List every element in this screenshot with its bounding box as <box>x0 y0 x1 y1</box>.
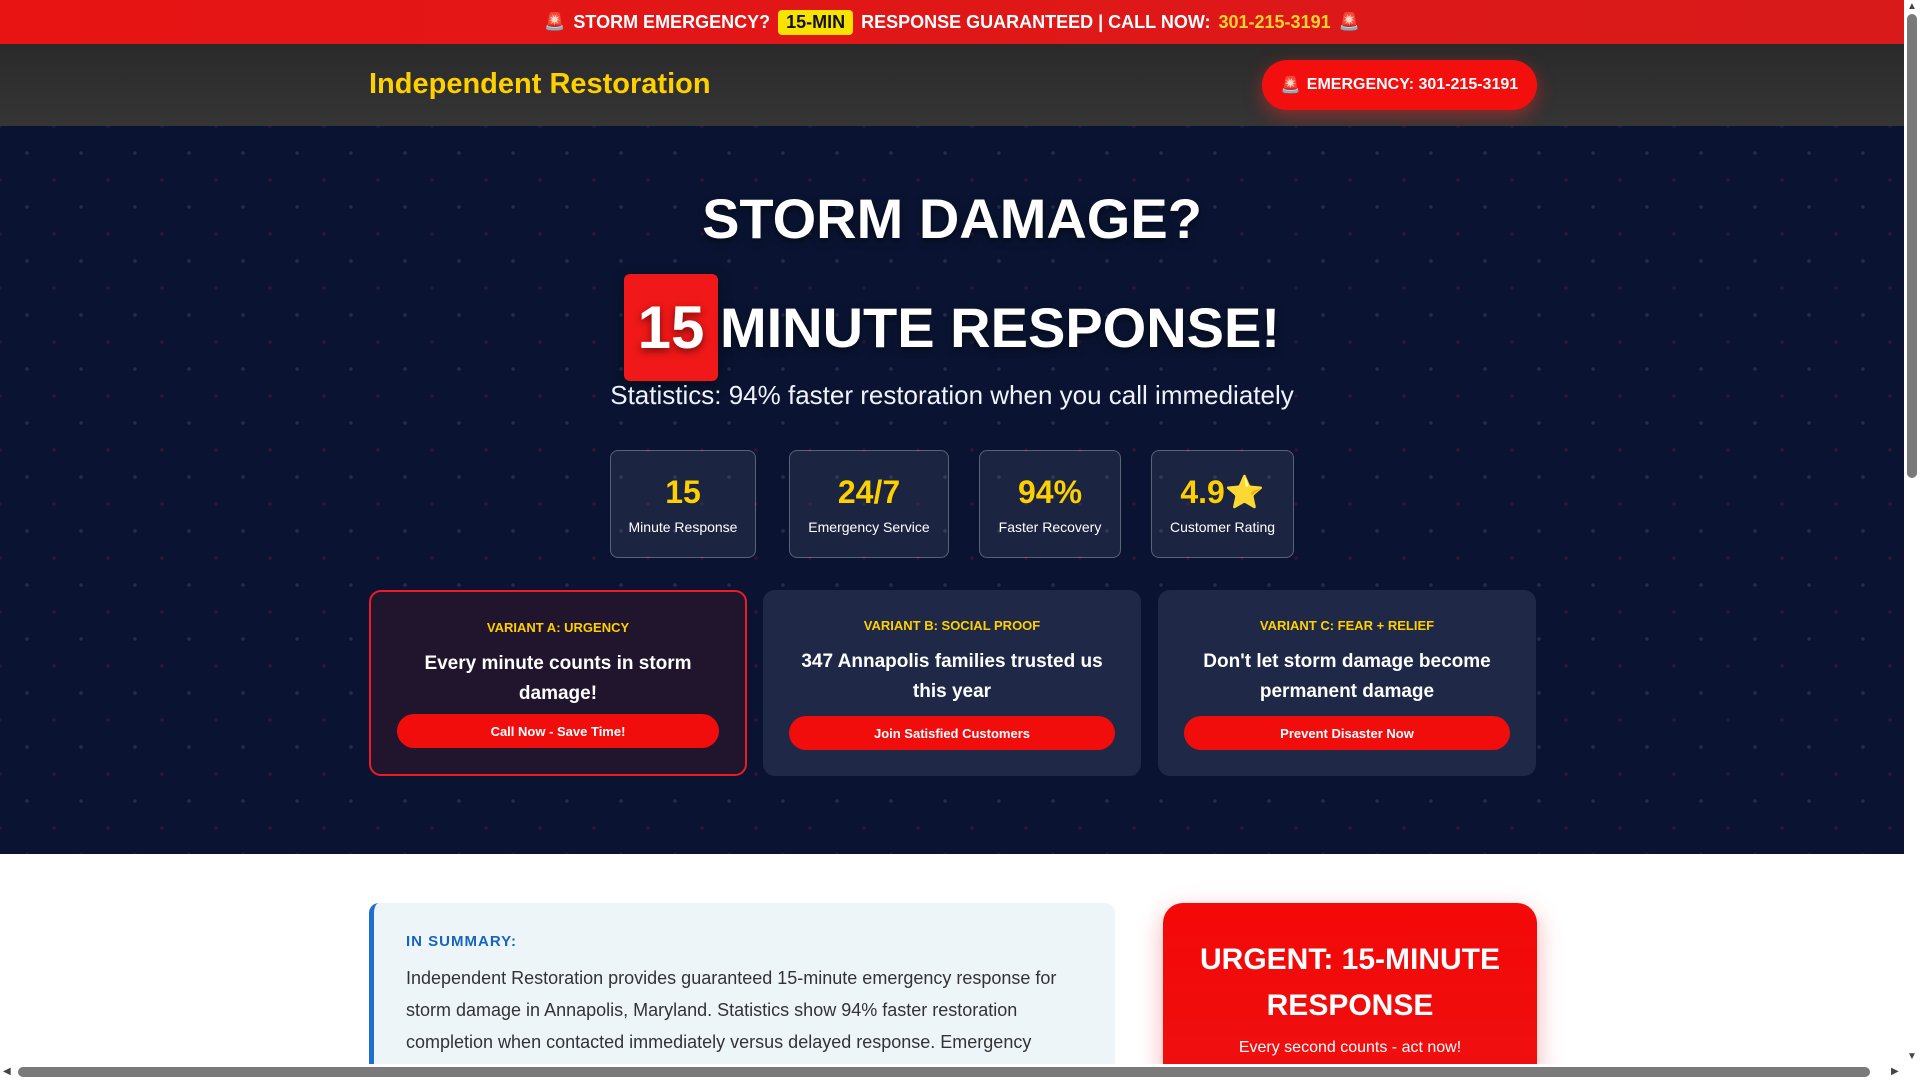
siren-icon: 🚨 <box>1338 12 1360 31</box>
summary-text: Independent Restoration provides guarant… <box>406 968 1057 1052</box>
hero-subtitle: Statistics: 94% faster restoration when … <box>610 380 1294 410</box>
stat-value: 94% <box>1017 473 1083 510</box>
urgent-response-box: URGENT: 15-MINUTE RESPONSE Every second … <box>1163 903 1537 1064</box>
banner-text-before: STORM EMERGENCY? <box>573 11 771 32</box>
summary-heading: IN SUMMARY: <box>406 933 517 950</box>
vertical-scrollbar[interactable]: ▲ ▼ <box>1904 0 1920 1064</box>
variant-card-a: VARIANT A: URGENCY Every minute counts i… <box>369 590 747 776</box>
variant-headline: Don't let storm damage become permanent … <box>1203 651 1491 702</box>
stat-label: Faster Recovery <box>998 518 1102 535</box>
variant-tag: VARIANT A: URGENCY <box>486 620 630 635</box>
variant-tag: VARIANT C: FEAR + RELIEF <box>1259 618 1435 633</box>
stat-value: 4.9⭐ <box>1180 474 1265 510</box>
emergency-call-button[interactable]: 🚨 EMERGENCY: 301-215-3191 <box>1262 60 1537 110</box>
prevent-disaster-button[interactable]: Prevent Disaster Now <box>1184 716 1510 750</box>
stat-card: 4.9⭐ Customer Rating <box>1151 450 1294 558</box>
urgent-subtitle: Every second counts - act now! <box>1238 1039 1462 1056</box>
join-customers-button[interactable]: Join Satisfied Customers <box>789 716 1115 750</box>
variant-headline: Every minute counts in storm damage! <box>424 653 692 704</box>
site-header: Independent Restoration 🚨 EMERGENCY: 301… <box>0 44 1904 126</box>
vertical-scroll-thumb[interactable] <box>1907 14 1917 478</box>
stat-label: Customer Rating <box>1169 519 1276 535</box>
scroll-right-arrow-icon[interactable]: ▶ <box>1891 1066 1899 1077</box>
banner-highlight-badge: 15-MIN <box>778 9 854 35</box>
stat-card: 24/7 Emergency Service <box>789 450 949 558</box>
stat-value: 15 <box>665 473 701 510</box>
response-minutes-badge: 15 <box>623 274 718 381</box>
stat-card: 94% Faster Recovery <box>979 450 1121 558</box>
variant-card-c: VARIANT C: FEAR + RELIEF Don't let storm… <box>1158 590 1536 776</box>
scrollbar-corner <box>1904 1064 1920 1080</box>
variant-headline: 347 Annapolis families trusted us this y… <box>801 651 1103 702</box>
emergency-banner: 🚨 STORM EMERGENCY? 15-MIN RESPONSE GUARA… <box>0 0 1904 44</box>
urgent-title: URGENT: 15-MINUTE RESPONSE <box>1199 943 1500 1022</box>
hero-title-line1: STORM DAMAGE? <box>702 187 1202 250</box>
variant-cards: VARIANT A: URGENCY Every minute counts i… <box>0 590 1904 776</box>
stat-value: 24/7 <box>837 473 901 510</box>
variant-card-b: VARIANT B: SOCIAL PROOF 347 Annapolis fa… <box>763 590 1141 776</box>
emergency-button-label: EMERGENCY: 301-215-3191 <box>1306 76 1519 93</box>
horizontal-scroll-thumb[interactable] <box>18 1067 1870 1077</box>
page-viewport: 🚨 STORM EMERGENCY? 15-MIN RESPONSE GUARA… <box>0 0 1904 1064</box>
stat-label: Minute Response <box>628 518 738 535</box>
stat-label: Emergency Service <box>808 518 930 535</box>
horizontal-scrollbar[interactable]: ◀ ▶ <box>0 1064 1904 1080</box>
stats-row: 15 Minute Response 24/7 Emergency Servic… <box>0 450 1904 558</box>
brand-logo[interactable]: Independent Restoration <box>369 68 711 101</box>
stat-card: 15 Minute Response <box>610 450 756 558</box>
variant-tag: VARIANT B: SOCIAL PROOF <box>863 618 1041 633</box>
banner-text-after: RESPONSE GUARANTEED | CALL NOW: <box>861 11 1211 32</box>
hero-title-line2: 15 MINUTE RESPONSE! <box>0 274 1904 381</box>
scroll-left-arrow-icon[interactable]: ◀ <box>3 1066 11 1077</box>
scroll-down-arrow-icon[interactable]: ▼ <box>1907 1051 1917 1062</box>
siren-icon: 🚨 <box>544 12 566 31</box>
summary-box: IN SUMMARY: Independent Restoration prov… <box>369 903 1115 1064</box>
hero-section: STORM DAMAGE? 15 MINUTE RESPONSE! Statis… <box>0 126 1904 854</box>
hero-title-line2-text: MINUTE RESPONSE! <box>719 296 1281 359</box>
scroll-up-arrow-icon[interactable]: ▲ <box>1907 1 1917 12</box>
call-now-button[interactable]: Call Now - Save Time! <box>397 714 719 748</box>
banner-phone-link[interactable]: 301-215-3191 <box>1219 12 1331 33</box>
siren-icon: 🚨 <box>1280 77 1301 94</box>
